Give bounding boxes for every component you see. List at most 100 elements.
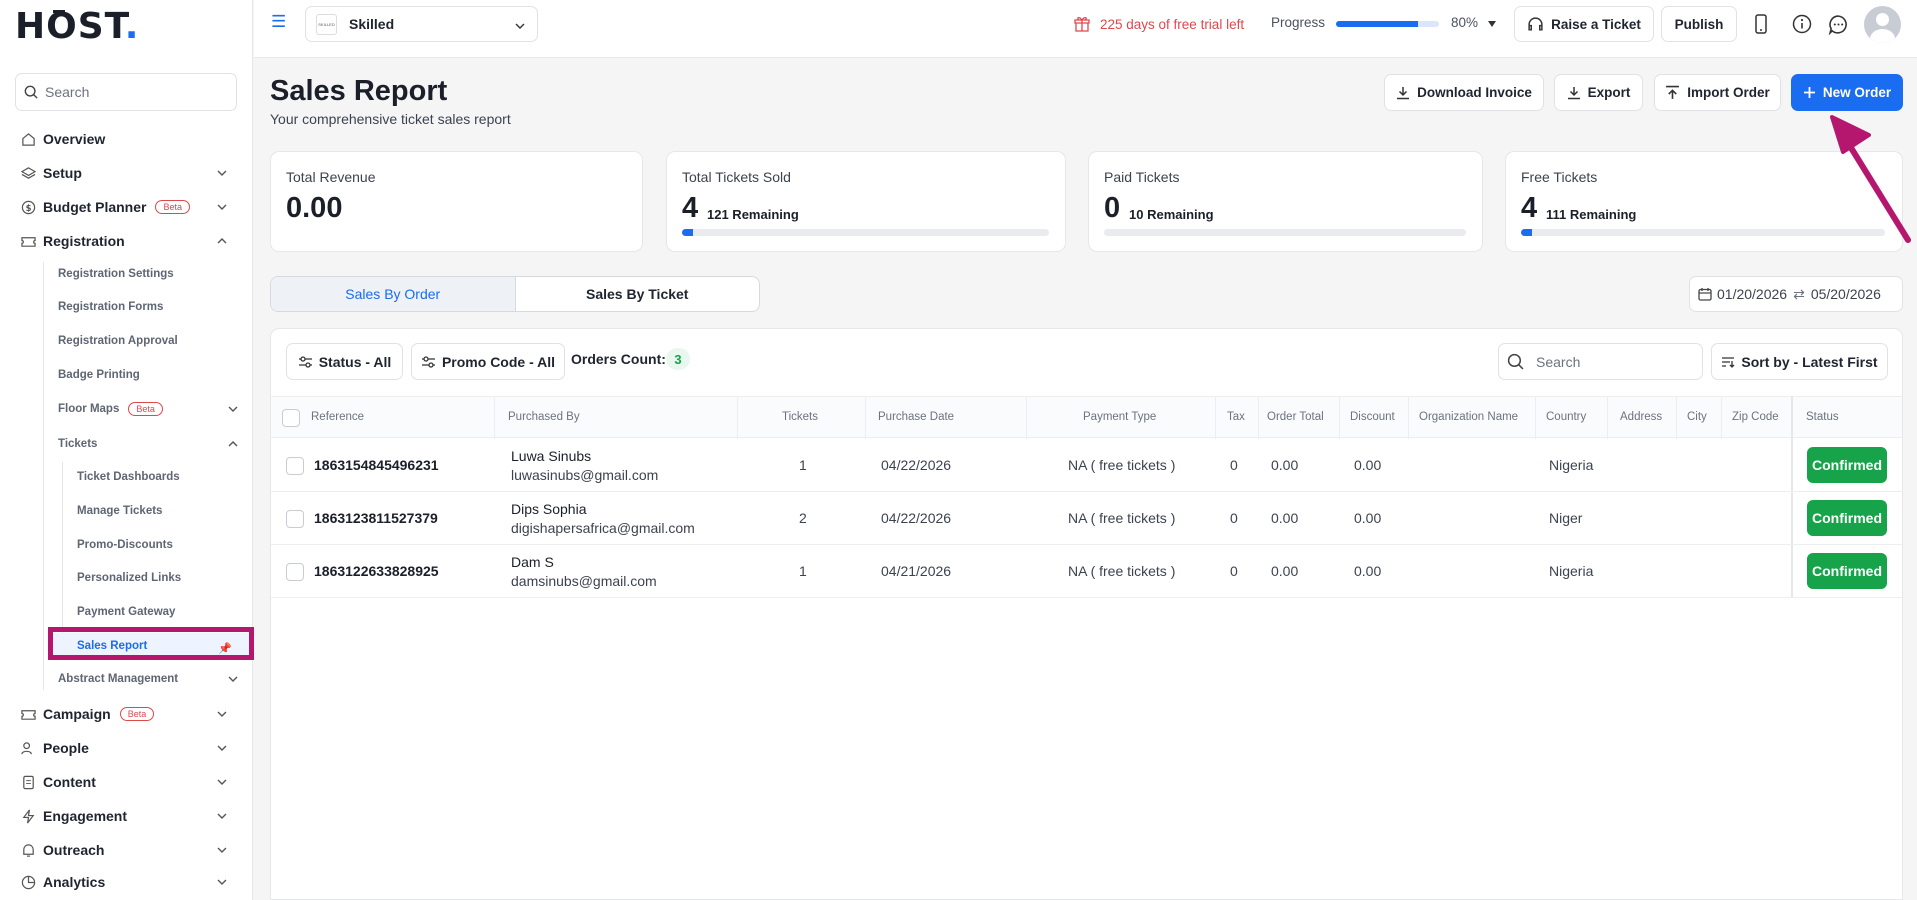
hamburger-menu-icon[interactable]: ☰ <box>271 12 286 32</box>
subitem-label: Registration Settings <box>58 268 174 280</box>
sidebar-item-people[interactable]: People <box>0 733 253 763</box>
row-checkbox[interactable] <box>286 510 304 528</box>
column-header-tickets[interactable]: Tickets <box>782 411 818 423</box>
column-header-purchased-by[interactable]: Purchased By <box>508 411 580 423</box>
sidebar-item-campaign[interactable]: Campaign Beta <box>0 699 253 729</box>
column-header-address[interactable]: Address <box>1620 411 1662 423</box>
column-header-reference[interactable]: Reference <box>311 411 364 423</box>
column-header-status[interactable]: Status <box>1806 411 1839 423</box>
row-checkbox[interactable] <box>286 457 304 475</box>
chevron-down-icon[interactable] <box>217 168 227 178</box>
avatar[interactable] <box>1864 6 1901 43</box>
select-all-checkbox[interactable] <box>282 409 300 427</box>
sidebar-search-input[interactable]: Search <box>15 73 237 111</box>
publish-button[interactable]: Publish <box>1661 6 1737 42</box>
order-total: 0.00 <box>1271 510 1299 526</box>
chevron-down-icon[interactable] <box>217 709 227 719</box>
status-filter-button[interactable]: Status - All <box>286 343 403 380</box>
sidebar-item-engagement[interactable]: Engagement <box>0 801 253 831</box>
home-icon <box>22 133 35 146</box>
country-value: Nigeria <box>1549 563 1594 579</box>
column-header-order-total[interactable]: Order Total <box>1267 411 1324 423</box>
raise-ticket-button[interactable]: Raise a Ticket <box>1514 6 1654 42</box>
sidebar-subitem-personalized-links[interactable]: Personalized Links <box>77 565 181 591</box>
column-header-organization-name[interactable]: Organization Name <box>1419 411 1518 423</box>
chevron-down-icon[interactable] <box>228 674 238 684</box>
bolt-icon <box>22 809 35 824</box>
chevron-down-icon[interactable] <box>217 877 227 887</box>
column-header-country[interactable]: Country <box>1546 411 1586 423</box>
sidebar-subitem-ticket-dashboards[interactable]: Ticket Dashboards <box>77 464 180 490</box>
status-badge[interactable]: Confirmed <box>1807 447 1887 483</box>
sidebar-subitem-payment-gateway[interactable]: Payment Gateway <box>77 599 175 625</box>
sort-button[interactable]: Sort by - Latest First <box>1711 343 1888 380</box>
sidebar-item-label: Content <box>43 774 96 790</box>
chevron-down-icon[interactable] <box>217 845 227 855</box>
mobile-preview-icon[interactable] <box>1755 14 1767 34</box>
chevron-down-icon[interactable] <box>217 811 227 821</box>
sidebar-subitem-promo-discounts[interactable]: Promo-Discounts <box>77 532 173 558</box>
row-checkbox[interactable] <box>286 563 304 581</box>
chevron-down-icon[interactable] <box>217 743 227 753</box>
sidebar-item-registration[interactable]: Registration <box>0 226 253 256</box>
tab-sales-by-order[interactable]: Sales By Order <box>271 277 516 311</box>
new-order-button[interactable]: New Order <box>1791 74 1903 111</box>
export-button[interactable]: Export <box>1554 74 1643 111</box>
ticket-count: 1 <box>799 563 807 579</box>
subitem-label: Registration Forms <box>58 301 164 313</box>
order-reference[interactable]: 1863123811527379 <box>314 510 438 526</box>
sidebar-subitem-manage-tickets[interactable]: Manage Tickets <box>77 498 162 524</box>
host-logo[interactable]: HOST. <box>15 6 139 47</box>
sidebar-subitem-registration-forms[interactable]: Registration Forms <box>58 294 163 320</box>
status-badge[interactable]: Confirmed <box>1807 500 1887 536</box>
caret-down-icon[interactable] <box>1487 20 1497 28</box>
date-range-picker[interactable]: 01/20/2026 ⇄ 05/20/2026 <box>1689 276 1903 312</box>
table-row[interactable]: 1863122633828925 Dam S damsinubs@gmail.c… <box>271 545 1902 598</box>
column-header-city[interactable]: City <box>1687 411 1707 423</box>
column-header-tax[interactable]: Tax <box>1227 411 1245 423</box>
sidebar-item-analytics[interactable]: Analytics <box>0 867 253 897</box>
sidebar-subitem-badge-printing[interactable]: Badge Printing <box>58 362 140 388</box>
workspace-name: Skilled <box>349 16 395 32</box>
sidebar-item-setup[interactable]: Setup <box>0 158 253 188</box>
sidebar-item-label: Budget Planner <box>43 199 147 215</box>
column-header-zip-code[interactable]: Zip Code <box>1732 411 1779 423</box>
layers-icon <box>21 167 36 179</box>
tab-sales-by-ticket[interactable]: Sales By Ticket <box>516 277 760 311</box>
order-reference[interactable]: 1863154845496231 <box>314 457 439 473</box>
promo-code-filter-button[interactable]: Promo Code - All <box>411 343 565 380</box>
table-row[interactable]: 1863154845496231 Luwa Sinubs luwasinubs@… <box>271 439 1902 492</box>
import-order-button[interactable]: Import Order <box>1654 74 1781 111</box>
column-header-payment-type[interactable]: Payment Type <box>1083 411 1156 423</box>
sidebar-subitem-abstract-management[interactable]: Abstract Management <box>58 666 238 692</box>
table-row[interactable]: 1863123811527379 Dips Sophia digishapers… <box>271 492 1902 545</box>
chevron-down-icon[interactable] <box>217 202 227 212</box>
raise-ticket-label: Raise a Ticket <box>1551 16 1641 32</box>
chevron-up-icon[interactable] <box>228 439 238 449</box>
info-icon[interactable] <box>1792 14 1812 34</box>
sidebar-subitem-floor-maps[interactable]: Floor Maps Beta <box>58 396 238 422</box>
order-reference[interactable]: 1863122633828925 <box>314 563 439 579</box>
card-progress-bar <box>682 229 1049 236</box>
chevron-down-icon[interactable] <box>228 404 238 414</box>
column-header-purchase-date[interactable]: Purchase Date <box>878 411 954 423</box>
download-invoice-button[interactable]: Download Invoice <box>1384 74 1544 111</box>
sidebar-item-budget-planner[interactable]: $ Budget Planner Beta <box>0 192 253 222</box>
payment-type: NA ( free tickets ) <box>1068 510 1176 526</box>
chevron-down-icon[interactable] <box>217 777 227 787</box>
sidebar-subitem-tickets[interactable]: Tickets <box>58 431 238 457</box>
chat-icon[interactable] <box>1828 14 1849 35</box>
dollar-circle-icon: $ <box>21 200 36 215</box>
card-progress-bar <box>1104 229 1466 236</box>
chevron-up-icon[interactable] <box>217 236 227 246</box>
sidebar-subitem-registration-approval[interactable]: Registration Approval <box>58 328 178 354</box>
sidebar-item-outreach[interactable]: Outreach <box>0 835 253 865</box>
trial-notice[interactable]: 225 days of free trial left <box>1073 15 1244 33</box>
status-badge[interactable]: Confirmed <box>1807 553 1887 589</box>
sidebar-subitem-registration-settings[interactable]: Registration Settings <box>58 261 174 287</box>
sidebar-item-content[interactable]: Content <box>0 767 253 797</box>
sidebar-item-overview[interactable]: Overview <box>0 124 253 154</box>
workspace-selector[interactable]: SKILLED Skilled <box>305 6 538 42</box>
orders-search-input[interactable]: Search <box>1498 343 1703 380</box>
column-header-discount[interactable]: Discount <box>1350 411 1395 423</box>
